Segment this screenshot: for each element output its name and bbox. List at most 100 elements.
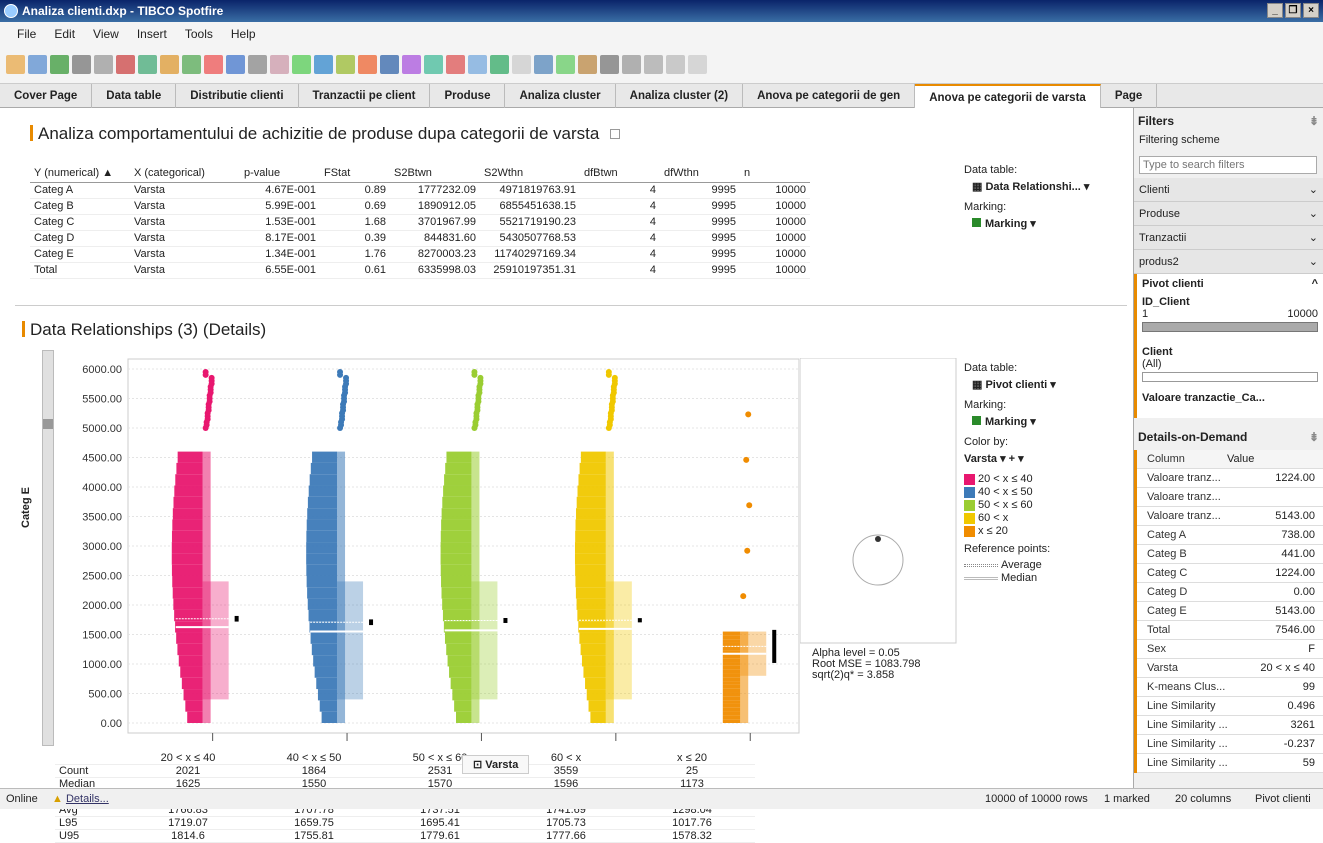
toolbar-icon[interactable] <box>138 55 157 74</box>
outlier-point[interactable] <box>204 416 211 423</box>
filter-search-input[interactable] <box>1139 156 1317 174</box>
y-axis-scrollbar[interactable] <box>42 350 54 746</box>
outlier-point[interactable] <box>606 422 613 429</box>
toolbar-icon[interactable] <box>556 55 575 74</box>
outlier-point[interactable] <box>610 389 617 396</box>
column-header[interactable]: n <box>740 164 810 183</box>
filter-group[interactable]: produs2 ⌄ <box>1134 250 1323 274</box>
tab-data-table[interactable]: Data table <box>92 84 177 108</box>
dod-row[interactable]: Line Similarity 0.496 <box>1137 697 1323 716</box>
confidence-interval[interactable] <box>772 629 777 663</box>
toolbar-icon[interactable] <box>94 55 113 74</box>
toolbar-icon[interactable] <box>248 55 267 74</box>
outlier-point[interactable] <box>611 380 618 387</box>
outlier-point[interactable] <box>343 380 350 387</box>
minimize-button[interactable]: _ <box>1267 3 1283 18</box>
column-header[interactable]: Y (numerical) ▲ <box>30 164 130 183</box>
legend-item[interactable]: 20 < x ≤ 40 <box>964 473 1056 485</box>
dod-row[interactable]: Categ B 441.00 <box>1137 545 1323 564</box>
tab-page[interactable]: Page <box>1101 84 1158 108</box>
dod-row[interactable]: Total 7546.00 <box>1137 621 1323 640</box>
confidence-interval[interactable] <box>369 619 374 626</box>
ref-median[interactable]: Median <box>964 572 1056 584</box>
toolbar-icon[interactable] <box>314 55 333 74</box>
toolbar-icon[interactable] <box>72 55 91 74</box>
toolbar-icon[interactable] <box>50 55 69 74</box>
toolbar-icon[interactable] <box>380 55 399 74</box>
outlier-point[interactable] <box>207 389 214 396</box>
tab-analiza-cluster[interactable]: Analiza cluster <box>505 84 616 108</box>
toolbar-icon[interactable] <box>336 55 355 74</box>
pin-icon[interactable]: ⇟ <box>1309 114 1319 128</box>
outlier-point[interactable] <box>605 371 612 378</box>
toolbar-icon[interactable] <box>468 55 487 74</box>
outlier-point[interactable] <box>477 380 484 387</box>
toolbar-icon[interactable] <box>446 55 465 74</box>
pivot-header[interactable]: Pivot clienti ^ <box>1142 278 1318 290</box>
dod-row[interactable]: Valoare tranz... <box>1137 488 1323 507</box>
outlier-point[interactable] <box>474 407 481 414</box>
toolbar-icon[interactable] <box>358 55 377 74</box>
toolbar-icon[interactable] <box>666 55 685 74</box>
table-row[interactable]: Categ D Varsta 8.17E-001 0.39 844831.60 54305… <box>30 230 810 247</box>
toolbar-icon[interactable] <box>204 55 223 74</box>
outlier-point[interactable] <box>472 422 479 429</box>
legend-item[interactable]: x ≤ 20 <box>964 525 1056 537</box>
outlier-point[interactable] <box>202 371 209 378</box>
toolbar-icon[interactable] <box>578 55 597 74</box>
chart-data-table-dropdown[interactable]: ▦ Pivot clienti ▾ <box>972 378 1056 391</box>
toolbar-icon[interactable] <box>182 55 201 74</box>
outlier-point[interactable] <box>607 416 614 423</box>
tab-cover-page[interactable]: Cover Page <box>0 84 93 108</box>
column-header[interactable]: X (categorical) <box>130 164 240 183</box>
dod-row[interactable]: Sex F <box>1137 640 1323 659</box>
toolbar-icon[interactable] <box>160 55 179 74</box>
column-header[interactable]: dfBtwn <box>580 164 660 183</box>
box-plot-chart[interactable]: 6000.00 5500.00 5000.00 4500.00 4000.00 3500.… <box>60 353 800 748</box>
dod-row[interactable]: Varsta 20 < x ≤ 40 <box>1137 659 1323 678</box>
scroll-thumb[interactable] <box>43 419 53 429</box>
tab-anova-pe-categorii-de-varsta[interactable]: Anova pe categorii de varsta <box>915 84 1101 108</box>
toolbar-icon[interactable] <box>270 55 289 74</box>
legend-item[interactable]: 40 < x ≤ 50 <box>964 486 1056 498</box>
confidence-interval[interactable] <box>234 615 239 622</box>
dod-row[interactable]: Categ E 5143.00 <box>1137 602 1323 621</box>
dod-row[interactable]: Categ D 0.00 <box>1137 583 1323 602</box>
outlier-point[interactable] <box>476 389 483 396</box>
toolbar-icon[interactable] <box>688 55 707 74</box>
outlier-point[interactable] <box>475 398 482 405</box>
toolbar-icon[interactable] <box>226 55 245 74</box>
column-header[interactable]: p-value <box>240 164 320 183</box>
column-header[interactable]: FStat <box>320 164 390 183</box>
table-row[interactable]: Categ A Varsta 4.67E-001 0.89 1777232.09 4971… <box>30 182 810 199</box>
toolbar-icon[interactable] <box>402 55 421 74</box>
outlier-point[interactable] <box>208 380 215 387</box>
dod-row[interactable]: Valoare tranz... 5143.00 <box>1137 507 1323 526</box>
outlier-point[interactable] <box>340 407 347 414</box>
filtering-scheme[interactable]: Filtering scheme <box>1134 134 1323 152</box>
color-by-dropdown[interactable]: Varsta ▾ + ▾ <box>964 452 1056 465</box>
outlier-point[interactable] <box>206 398 213 405</box>
outlier-point[interactable] <box>745 411 752 418</box>
menu-tools[interactable]: Tools <box>176 27 222 41</box>
marking-dropdown[interactable]: Marking ▾ <box>972 217 1089 230</box>
confidence-interval[interactable] <box>503 618 508 623</box>
client-slider[interactable] <box>1142 372 1318 382</box>
outlier-point[interactable] <box>608 407 615 414</box>
outlier-point[interactable] <box>471 371 478 378</box>
table-row[interactable]: Categ B Varsta 5.99E-001 0.69 1890912.05 6855… <box>30 198 810 215</box>
toolbar-icon[interactable] <box>424 55 443 74</box>
outlier-point[interactable] <box>205 407 212 414</box>
confidence-interval[interactable] <box>637 618 642 623</box>
tab-anova-pe-categorii-de-gen[interactable]: Anova pe categorii de gen <box>743 84 916 108</box>
menu-file[interactable]: File <box>8 27 45 41</box>
dod-row[interactable]: Line Similarity ... -0.237 <box>1137 735 1323 754</box>
y-axis-label[interactable]: Categ E <box>20 487 32 528</box>
outlier-point[interactable] <box>203 422 210 429</box>
toolbar-icon[interactable] <box>490 55 509 74</box>
filter-group[interactable]: Produse ⌄ <box>1134 202 1323 226</box>
comparison-circles[interactable] <box>800 358 957 644</box>
column-header[interactable]: S2Btwn <box>390 164 480 183</box>
tab-produse[interactable]: Produse <box>430 84 506 108</box>
toolbar-icon[interactable] <box>534 55 553 74</box>
